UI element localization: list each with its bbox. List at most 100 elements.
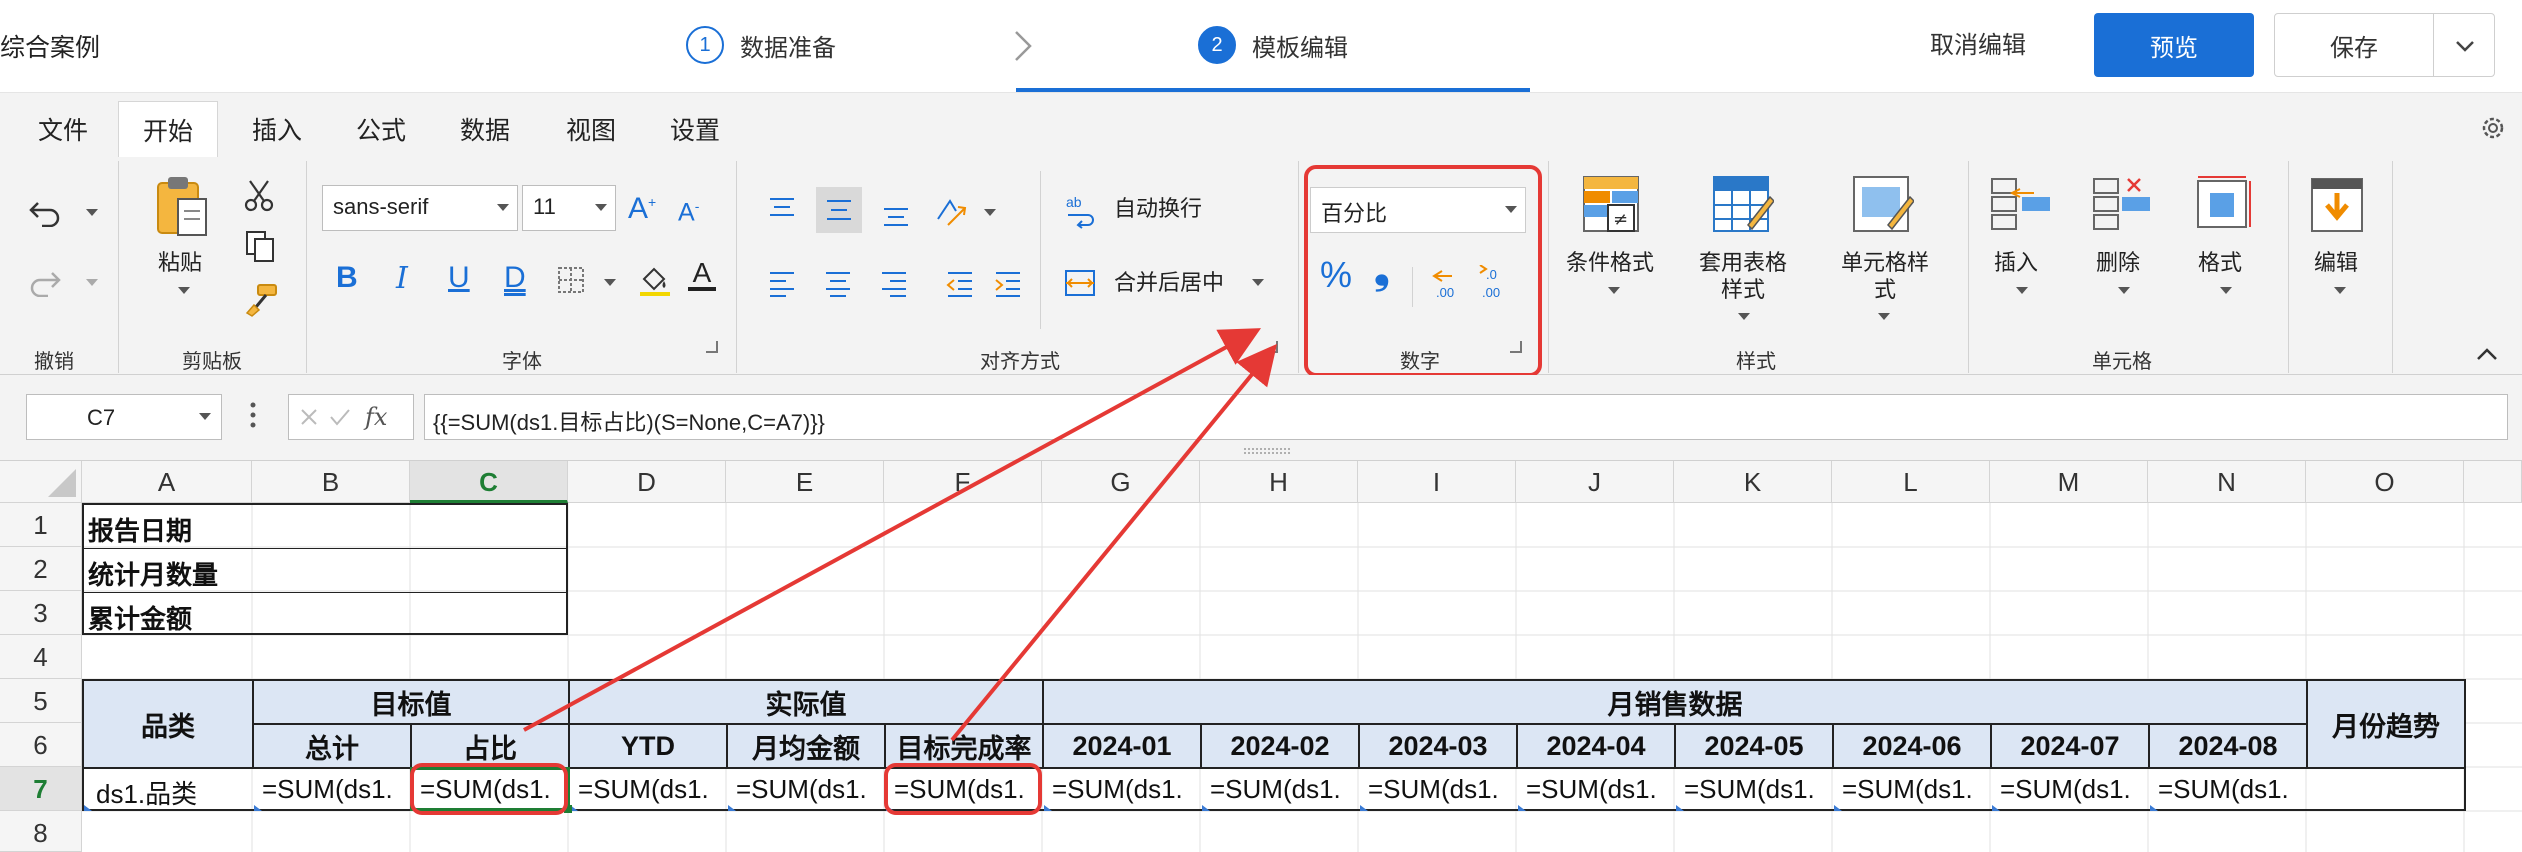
gear-icon[interactable] [2478, 113, 2508, 143]
column-header-p[interactable] [2464, 461, 2522, 503]
cell-a1[interactable]: 报告日期 [88, 511, 192, 548]
paste-dropdown-icon[interactable] [178, 287, 190, 294]
decrease-indent-icon[interactable] [944, 269, 976, 297]
save-dropdown-button[interactable] [2433, 13, 2495, 77]
cell-a3[interactable]: 累计金额 [88, 599, 192, 636]
align-right-icon[interactable] [878, 269, 910, 297]
paste-icon[interactable] [154, 173, 210, 239]
row-header-1[interactable]: 1 [0, 503, 82, 547]
bold-button[interactable]: B [336, 261, 358, 295]
select-all-corner[interactable] [0, 461, 82, 503]
orientation-dropdown-icon[interactable] [984, 209, 996, 216]
merge-center-label[interactable]: 合并后居中 [1114, 269, 1224, 296]
tab-formula[interactable]: 公式 [356, 111, 406, 147]
align-top-icon[interactable] [766, 195, 798, 223]
format-painter-icon[interactable] [244, 283, 278, 317]
redo-icon[interactable] [28, 267, 62, 297]
confirm-formula-icon[interactable] [329, 407, 351, 427]
delete-dropdown-icon[interactable] [2118, 287, 2130, 294]
row-header-6[interactable]: 6 [0, 723, 82, 767]
border-icon[interactable] [556, 265, 586, 295]
format-dropdown-icon[interactable] [2220, 287, 2232, 294]
column-header-h[interactable]: H [1200, 461, 1358, 503]
undo-icon[interactable] [28, 197, 62, 227]
formula-input[interactable]: {{=SUM(ds1.目标占比)(S=None,C=A7)}} [424, 394, 2508, 440]
cell-a2[interactable]: 统计月数量 [88, 555, 218, 592]
column-header-o[interactable]: O [2306, 461, 2464, 503]
header-ytd[interactable]: YTD [568, 723, 728, 769]
row-header-4[interactable]: 4 [0, 635, 82, 679]
column-header-b[interactable]: B [252, 461, 410, 503]
format-cells-icon[interactable] [2194, 175, 2252, 233]
tab-file[interactable]: 文件 [38, 111, 88, 147]
row-header-5[interactable]: 5 [0, 679, 82, 723]
column-header-l[interactable]: L [1832, 461, 1990, 503]
row-header-2[interactable]: 2 [0, 547, 82, 591]
italic-button[interactable]: I [396, 261, 408, 296]
tab-view[interactable]: 视图 [566, 111, 616, 147]
undo-dropdown-icon[interactable] [86, 209, 98, 216]
delete-cells-icon[interactable] [2092, 175, 2154, 233]
cancel-edit-button[interactable]: 取消编辑 [1930, 25, 2026, 60]
copy-icon[interactable] [244, 229, 276, 263]
font-dialog-launcher-icon[interactable] [706, 341, 718, 353]
column-header-d[interactable]: D [568, 461, 726, 503]
tab-home[interactable]: 开始 [118, 101, 219, 158]
header-monthly-avg[interactable]: 月均金额 [726, 723, 886, 769]
table-style-dropdown-icon[interactable] [1738, 313, 1750, 320]
column-header-i[interactable]: I [1358, 461, 1516, 503]
column-header-e[interactable]: E [726, 461, 884, 503]
row-header-8[interactable]: 8 [0, 811, 82, 852]
conditional-format-label[interactable]: 条件格式 [1562, 249, 1658, 276]
conditional-format-icon[interactable]: ≠ [1582, 175, 1640, 233]
conditional-format-dropdown-icon[interactable] [1608, 287, 1620, 294]
header-actual[interactable]: 实际值 [568, 679, 1044, 725]
underline-button[interactable]: U [448, 261, 470, 295]
wrap-text-icon[interactable]: ab [1064, 193, 1096, 229]
resize-handle-icon[interactable] [1244, 447, 1290, 455]
collapse-ribbon-icon[interactable] [2474, 345, 2500, 363]
cell-style-label[interactable]: 单元格样式 [1830, 249, 1940, 303]
header-month[interactable]: 2024-03 [1358, 723, 1518, 769]
font-color-button[interactable]: A [688, 257, 716, 291]
row-header-7[interactable]: 7 [0, 767, 82, 811]
header-target[interactable]: 目标值 [252, 679, 570, 725]
font-size-select[interactable]: 11 [522, 185, 616, 231]
shrink-font-button[interactable]: A- [678, 193, 699, 226]
cell-style-icon[interactable] [1852, 175, 1914, 233]
table-style-label[interactable]: 套用表格 样式 [1690, 249, 1796, 303]
edit-icon[interactable] [2310, 177, 2364, 233]
font-family-select[interactable]: sans-serif [322, 185, 518, 231]
delete-cells-label[interactable]: 删除 [2096, 249, 2140, 276]
header-trend[interactable]: 月份趋势 [2306, 679, 2466, 769]
column-header-c[interactable]: C [410, 461, 568, 503]
paste-label[interactable]: 粘贴 [158, 249, 202, 276]
insert-function-icon[interactable]: fx [363, 403, 399, 433]
header-total[interactable]: 总计 [252, 723, 412, 769]
column-header-a[interactable]: A [82, 461, 252, 503]
align-middle-button[interactable] [816, 187, 862, 233]
cell-style-dropdown-icon[interactable] [1878, 313, 1890, 320]
edit-dropdown-icon[interactable] [2334, 287, 2346, 294]
header-month[interactable]: 2024-07 [1990, 723, 2150, 769]
column-header-f[interactable]: F [884, 461, 1042, 503]
header-month[interactable]: 2024-01 [1042, 723, 1202, 769]
header-month[interactable]: 2024-06 [1832, 723, 1992, 769]
fill-color-icon[interactable] [638, 263, 672, 297]
edit-label[interactable]: 编辑 [2314, 249, 2358, 276]
row-header-3[interactable]: 3 [0, 591, 82, 635]
align-dialog-launcher-icon[interactable] [1266, 341, 1278, 353]
insert-cells-label[interactable]: 插入 [1994, 249, 2038, 276]
redo-dropdown-icon[interactable] [86, 279, 98, 286]
double-underline-button[interactable]: D [504, 261, 526, 295]
tab-data[interactable]: 数据 [460, 111, 510, 147]
tab-insert[interactable]: 插入 [252, 111, 302, 147]
column-header-m[interactable]: M [1990, 461, 2148, 503]
merge-dropdown-icon[interactable] [1252, 279, 1264, 286]
column-header-g[interactable]: G [1042, 461, 1200, 503]
step-data-prep[interactable]: 1 数据准备 [686, 26, 836, 64]
cancel-formula-icon[interactable] [299, 407, 319, 427]
insert-dropdown-icon[interactable] [2016, 287, 2028, 294]
header-month[interactable]: 2024-05 [1674, 723, 1834, 769]
align-bottom-icon[interactable] [880, 201, 912, 229]
